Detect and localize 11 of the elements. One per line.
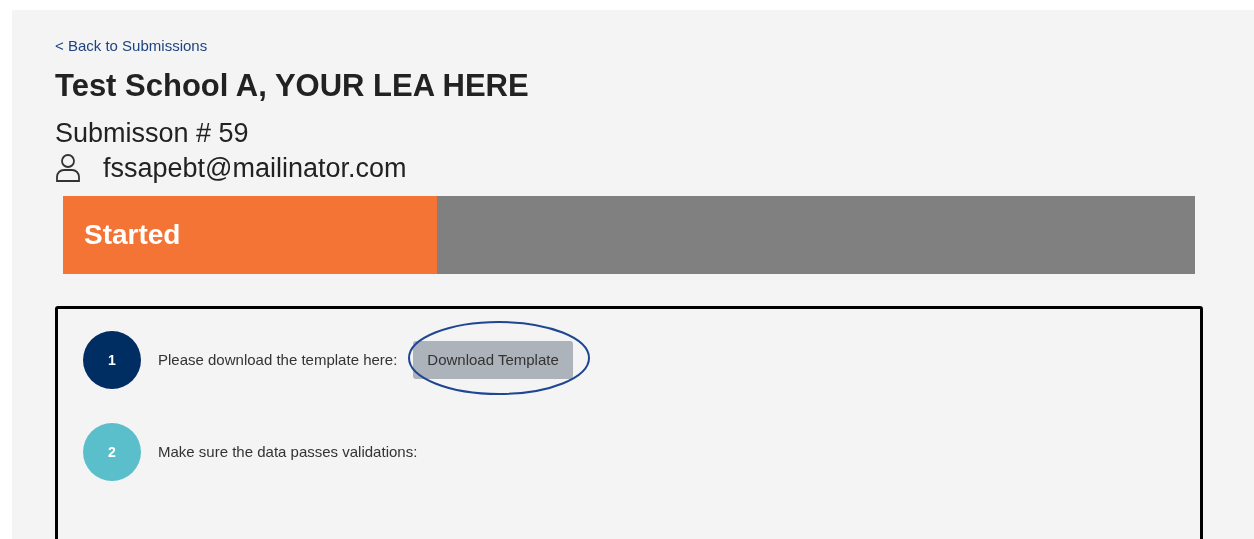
user-icon [55,153,81,183]
submission-number: Submisson # 59 [55,117,250,150]
page-title: Test School A, YOUR LEA HERE [55,68,530,104]
step-number: 1 [83,331,141,389]
user-email: fssapebt@mailinator.com [103,151,407,185]
status-label: Started [84,218,181,252]
download-template-button[interactable]: Download Template [413,341,573,379]
back-link[interactable]: < Back to Submissions [55,36,1254,56]
step-text: Make sure the data passes validations: [158,441,418,462]
step-text: Please download the template here: [158,349,398,370]
step-number: 2 [83,423,141,481]
